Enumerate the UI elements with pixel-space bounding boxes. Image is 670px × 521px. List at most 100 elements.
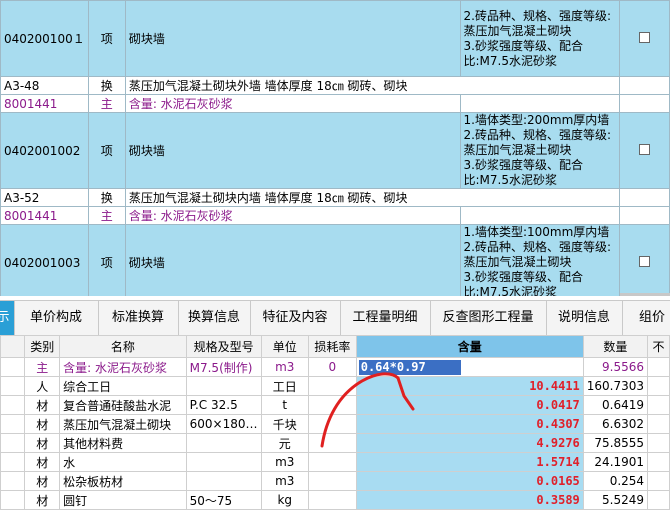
tab-0[interactable]: 示: [0, 301, 15, 335]
row-name[interactable]: 砌块墙: [124, 112, 461, 189]
row-name[interactable]: 砌块墙: [124, 0, 461, 77]
quantity-cell[interactable]: 0.0417: [355, 395, 584, 415]
row-name[interactable]: 含量: 水泥石灰砂浆: [124, 94, 461, 113]
bill-table: 040200100１ 项砌块墙 2.砖品种、规格、强度等级: 蒸压加气混凝土砌块 3.砂…: [0, 0, 670, 296]
tab-3[interactable]: 换算信息: [178, 301, 251, 335]
feature-line: 3.砂浆强度等级、配合: [463, 158, 583, 172]
resource-extra: [647, 414, 670, 434]
row-code: A3-52: [0, 188, 89, 207]
resource-row[interactable]: 材圆钉 50～75 kg 0.3589 5.5249: [0, 490, 670, 510]
tab-7[interactable]: 说明信息: [546, 301, 623, 335]
row-checkbox-cell[interactable]: [618, 206, 670, 225]
row-checkbox-cell[interactable]: [618, 76, 670, 95]
row-code: 040200100１: [0, 0, 89, 77]
row-name[interactable]: 蒸压加气混凝土砌块外墙 墙体厚度 18㎝ 砌砖、砌块: [124, 76, 620, 95]
feature-line: 1.墙体类型:200mm厚内墙: [463, 113, 610, 128]
row-checkbox-cell[interactable]: [618, 188, 670, 207]
resource-name: 蒸压加气混凝土砌块: [59, 414, 187, 434]
tab-6[interactable]: 反查图形工程量: [430, 301, 547, 335]
header-blank: [0, 335, 26, 358]
resource-spec: [185, 433, 262, 453]
resource-amount: 6.6302: [582, 414, 649, 434]
resource-unit: kg: [260, 490, 309, 510]
row-indicator: [0, 357, 26, 377]
resource-loss: [307, 414, 357, 434]
row-checkbox-cell[interactable]: [618, 224, 670, 296]
quantity-cell[interactable]: 0.3589: [355, 490, 584, 510]
tab-5[interactable]: 工程量明细: [340, 301, 431, 335]
tab-4[interactable]: 特征及内容: [250, 301, 341, 335]
header-cell[interactable]: 不: [647, 335, 670, 358]
feature-line: 3.砂浆强度等级、配合: [463, 38, 583, 53]
material-row[interactable]: 8001441 主含量: 水泥石灰砂浆: [0, 206, 670, 225]
quantity-editor[interactable]: 0.64*0.97: [358, 359, 461, 375]
feature-line: 2.砖品种、规格、强度等级:: [463, 240, 612, 254]
resource-row[interactable]: 材复合普通硅酸盐水泥 P.C 32.5 t 0.0417 0.6419: [0, 395, 670, 415]
quantity-cell[interactable]: 1.5714: [355, 452, 584, 472]
tab-1[interactable]: 单价构成: [14, 301, 99, 335]
row-checkbox-cell[interactable]: [618, 0, 670, 77]
bill-item-row[interactable]: 0402001002 项砌块墙 1.墙体类型:200mm厚内墙 2.砖品种、规格、强度…: [0, 112, 670, 189]
resource-spec: M7.5(制作): [185, 357, 262, 377]
resource-amount: 0.254: [582, 471, 649, 491]
resource-loss: [307, 471, 357, 491]
horizontal-scrollbar[interactable]: [620, 293, 670, 296]
lock-checkbox[interactable]: [638, 255, 650, 267]
row-name[interactable]: 砌块墙: [124, 224, 461, 296]
feature-line: 2.砖品种、规格、强度等级:: [463, 8, 612, 23]
quantity-cell[interactable]: 10.4411: [355, 376, 584, 396]
resource-extra: [647, 395, 670, 415]
resource-name: 复合普通硅酸盐水泥: [59, 395, 187, 415]
resource-cat: 材: [24, 490, 61, 510]
quota-row[interactable]: A3-52 换蒸压加气混凝土砌块内墙 墙体厚度 18㎝ 砌砖、砌块: [0, 188, 670, 207]
row-name[interactable]: 含量: 水泥石灰砂浆: [124, 206, 461, 225]
quota-row[interactable]: A3-48 换蒸压加气混凝土砌块外墙 墙体厚度 18㎝ 砌砖、砌块: [0, 76, 670, 95]
resource-unit: 工日: [260, 376, 309, 396]
header-cell[interactable]: 类别: [24, 335, 61, 358]
row-indicator: [0, 376, 26, 396]
row-checkbox-cell[interactable]: [618, 112, 670, 189]
resource-row[interactable]: 人综合工日 工日 10.4411 160.7303: [0, 376, 670, 396]
row-indicator: [0, 452, 26, 472]
header-cell[interactable]: 规格及型号: [185, 335, 262, 358]
bill-item-row[interactable]: 0402001003 项砌块墙 1.墙体类型:100mm厚内墙 2.砖品种、规格、强度…: [0, 224, 670, 296]
header-cell[interactable]: 含量: [355, 335, 584, 358]
row-feature-desc: [459, 206, 620, 225]
resource-cat: 主: [24, 357, 61, 377]
detail-tabs: 示单价构成标准换算换算信息特征及内容工程量明细反查图形工程量说明信息组价: [0, 300, 670, 336]
resource-unit: 元: [260, 433, 309, 453]
quantity-cell[interactable]: 0.4307: [355, 414, 584, 434]
tab-2[interactable]: 标准换算: [98, 301, 179, 335]
resource-amount: 0.6419: [582, 395, 649, 415]
header-cell[interactable]: 名称: [59, 335, 187, 358]
resource-cat: 材: [24, 433, 61, 453]
lock-checkbox[interactable]: [638, 31, 650, 43]
material-row[interactable]: 8001441 主含量: 水泥石灰砂浆: [0, 94, 670, 113]
lock-checkbox[interactable]: [638, 143, 650, 155]
quantity-cell[interactable]: 4.9276: [355, 433, 584, 453]
bill-item-row[interactable]: 040200100１ 项砌块墙 2.砖品种、规格、强度等级: 蒸压加气混凝土砌块 3.砂…: [0, 0, 670, 77]
row-type: 主: [87, 206, 126, 225]
row-indicator: [0, 471, 26, 491]
resource-unit: m3: [260, 357, 309, 377]
resource-row[interactable]: 材其他材料费 元 4.9276 75.8555: [0, 433, 670, 453]
feature-line: 2.砖品种、规格、强度等级:: [463, 128, 612, 142]
header-cell[interactable]: 损耗率: [307, 335, 357, 358]
row-type: 换: [87, 76, 126, 95]
feature-line: 1.墙体类型:100mm厚内墙: [463, 225, 610, 240]
header-cell[interactable]: 单位: [260, 335, 309, 358]
quantity-cell[interactable]: 0.0165: [355, 471, 584, 491]
resource-unit: m3: [260, 471, 309, 491]
resource-row[interactable]: 材松杂板枋材 m3 0.0165 0.254: [0, 471, 670, 491]
bill-grid: 040200100１ 项砌块墙 2.砖品种、规格、强度等级: 蒸压加气混凝土砌块 3.砂…: [0, 0, 670, 296]
resource-row[interactable]: 材蒸压加气混凝土砌块 600×180… 千块 0.4307 6.6302: [0, 414, 670, 434]
row-indicator: [0, 414, 26, 434]
resource-row[interactable]: 材水 m3 1.5714 24.1901: [0, 452, 670, 472]
header-cell[interactable]: 数量: [582, 335, 649, 358]
tab-8[interactable]: 组价: [622, 301, 670, 335]
row-checkbox-cell[interactable]: [618, 94, 670, 113]
quantity-cell[interactable]: 0.64*0.97: [355, 357, 584, 377]
row-name[interactable]: 蒸压加气混凝土砌块内墙 墙体厚度 18㎝ 砌砖、砌块: [124, 188, 620, 207]
resource-row[interactable]: 主含量: 水泥石灰砂浆 M7.5(制作) m3 0 0.64*0.97 9.5566: [0, 357, 670, 377]
row-type: 项: [87, 224, 126, 296]
